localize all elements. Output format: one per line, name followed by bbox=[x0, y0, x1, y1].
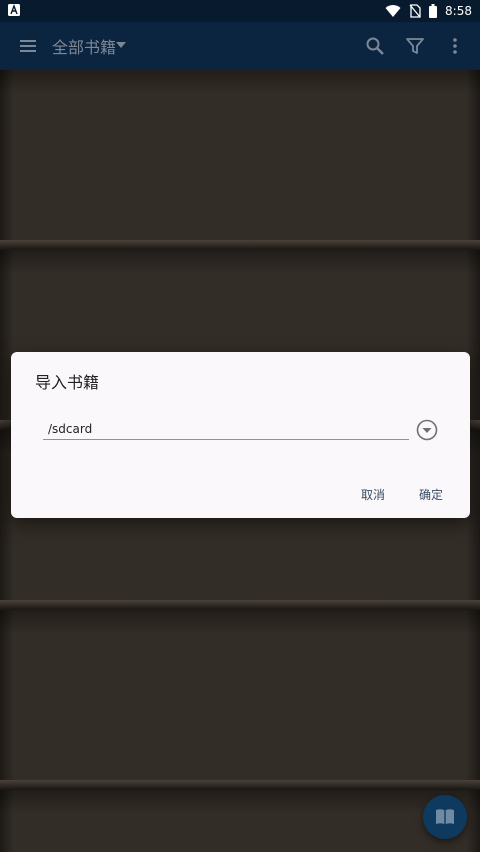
import-books-dialog: 导入书籍 取消 确定 bbox=[11, 352, 470, 518]
status-time: 8:58 bbox=[445, 4, 472, 18]
dialog-title: 导入书籍 bbox=[35, 373, 100, 392]
open-book-fab[interactable] bbox=[423, 795, 467, 839]
more-vert-icon[interactable] bbox=[444, 35, 466, 57]
shelf-row bbox=[0, 610, 480, 790]
search-icon[interactable] bbox=[364, 35, 386, 57]
app-notification-icon bbox=[8, 4, 20, 16]
library-title[interactable]: 全部书籍 bbox=[52, 34, 116, 58]
battery-icon bbox=[429, 4, 438, 18]
path-input[interactable] bbox=[43, 420, 409, 440]
app-bar: 全部书籍 bbox=[0, 22, 480, 70]
shelf-row bbox=[0, 70, 480, 250]
filter-icon[interactable] bbox=[404, 35, 426, 57]
book-icon bbox=[436, 809, 454, 824]
menu-icon[interactable] bbox=[18, 35, 40, 57]
cancel-button[interactable]: 取消 bbox=[361, 486, 385, 503]
shelf-row bbox=[0, 790, 480, 852]
status-bar: 8:58 bbox=[0, 0, 480, 22]
dropdown-arrow-icon[interactable] bbox=[114, 38, 128, 52]
confirm-button[interactable]: 确定 bbox=[419, 486, 443, 503]
no-sim-icon bbox=[409, 4, 421, 18]
path-dropdown-icon[interactable] bbox=[416, 419, 438, 441]
wifi-icon bbox=[385, 5, 401, 18]
